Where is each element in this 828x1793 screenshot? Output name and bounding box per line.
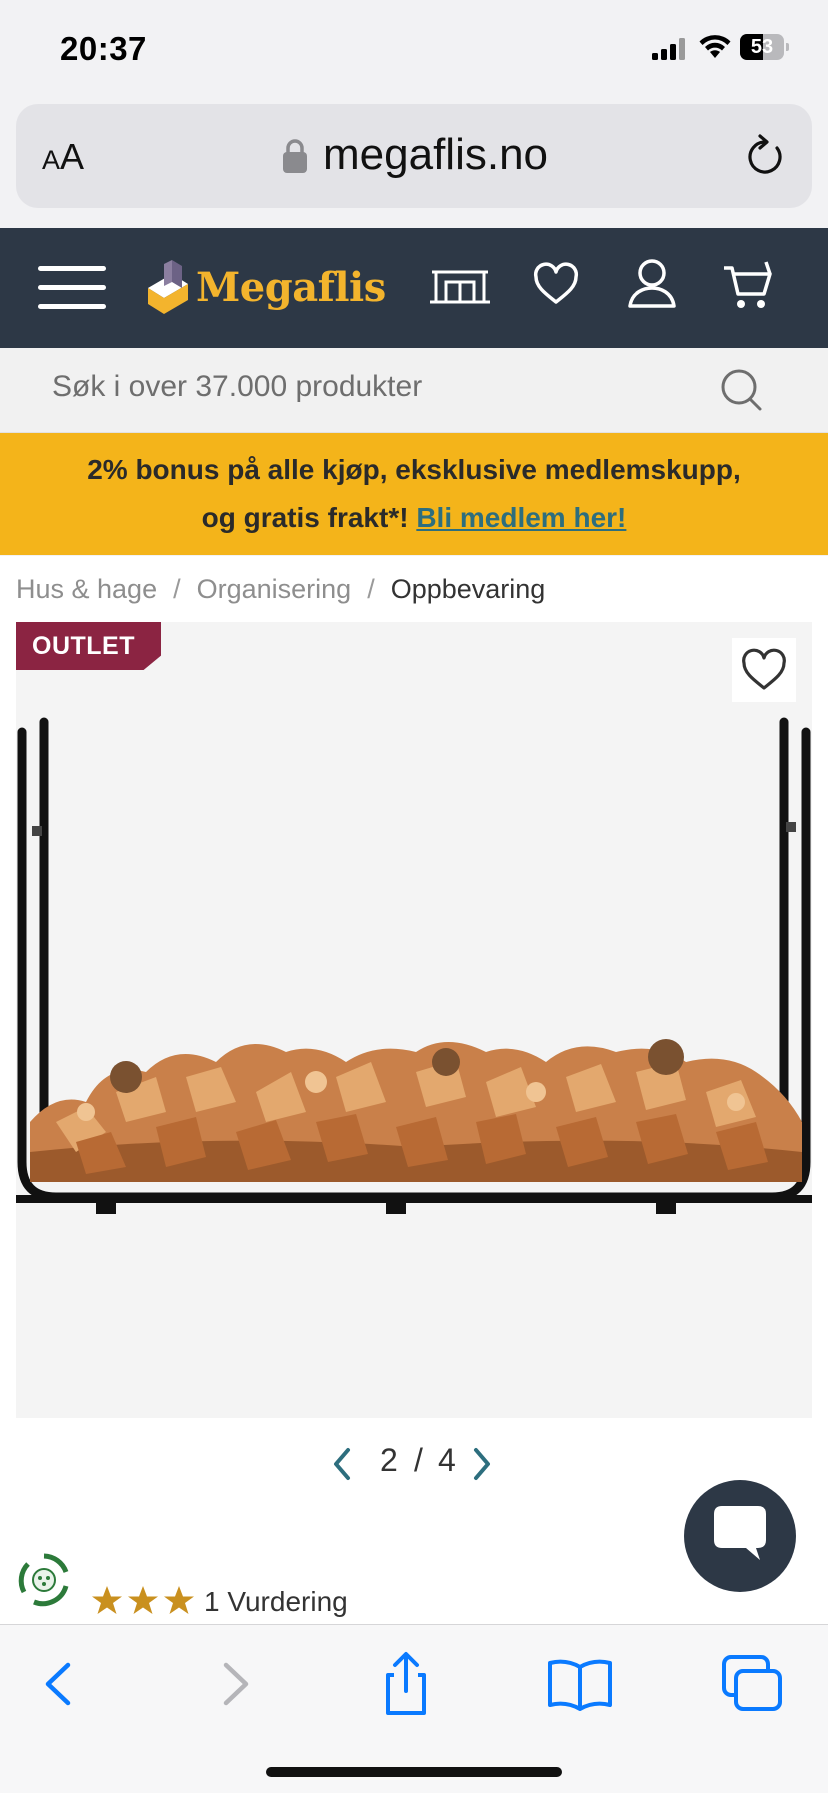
status-time: 20:37	[60, 30, 147, 67]
add-to-wishlist-button[interactable]	[732, 638, 796, 702]
promo-line-2: og gratis frakt*! Bli medlem her!	[0, 494, 828, 542]
cellular-signal-icon	[652, 38, 685, 60]
search-input[interactable]	[52, 370, 672, 404]
battery-level: 53	[750, 36, 774, 58]
text-size-button[interactable]: AA	[42, 136, 84, 178]
search-bar	[0, 348, 828, 433]
share-icon[interactable]	[366, 1651, 446, 1717]
showroom-icon[interactable]	[428, 258, 492, 314]
shopping-cart-icon[interactable]	[722, 258, 774, 314]
become-member-link[interactable]: Bli medlem her!	[416, 502, 626, 533]
heart-outline-icon	[742, 648, 786, 690]
breadcrumb-item[interactable]: Hus & hage	[16, 574, 157, 604]
star-icon	[164, 1586, 194, 1614]
chat-button[interactable]	[684, 1480, 796, 1592]
breadcrumb-separator: /	[173, 574, 181, 604]
product-image-gallery[interactable]: OUTLET	[16, 622, 812, 1418]
membership-promo-banner: 2% bonus på alle kjøp, eksklusive medlem…	[0, 433, 828, 555]
hamburger-menu-icon[interactable]	[38, 264, 106, 312]
breadcrumb-current: Oppbevaring	[390, 574, 546, 604]
review-count-link[interactable]: 1 Vurdering	[204, 1586, 348, 1618]
breadcrumb-separator: /	[367, 574, 375, 604]
star-icon	[92, 1586, 122, 1614]
brand-name[interactable]: Megaflis	[196, 264, 386, 311]
search-icon[interactable]	[720, 368, 764, 412]
bookmarks-icon[interactable]	[540, 1651, 620, 1717]
text-size-large-label: A	[60, 136, 85, 177]
promo-line-2-text: og gratis frakt*!	[201, 502, 409, 533]
forward-icon[interactable]	[196, 1651, 276, 1717]
gallery-pager: 2 / 4	[330, 1440, 498, 1488]
user-account-icon[interactable]	[626, 258, 678, 314]
address-bar[interactable]: AA megaflis.no	[16, 104, 812, 208]
promo-line-1: 2% bonus på alle kjøp, eksklusive medlem…	[87, 454, 741, 485]
breadcrumb: Hus & hage / Organisering / Oppbevaring	[16, 574, 545, 605]
breadcrumb-item[interactable]: Organisering	[197, 574, 352, 604]
url-text[interactable]: megaflis.no	[323, 130, 548, 180]
firewood-rack-image	[16, 717, 812, 1214]
home-indicator[interactable]	[266, 1767, 562, 1777]
heart-icon[interactable]	[532, 258, 580, 314]
megaflis-logo-icon[interactable]	[142, 258, 194, 318]
rating-stars	[92, 1586, 194, 1614]
wifi-icon	[699, 35, 731, 58]
pager-separator: /	[414, 1442, 423, 1478]
pager-current-page: 2	[380, 1442, 398, 1478]
chevron-right-icon[interactable]	[470, 1444, 494, 1484]
eco-recycle-icon	[18, 1553, 69, 1607]
tabs-icon[interactable]	[712, 1651, 792, 1717]
back-icon[interactable]	[18, 1651, 98, 1717]
chat-bubble-icon	[714, 1506, 766, 1560]
site-header: Megaflis	[0, 228, 828, 348]
battery-icon: 53	[740, 34, 790, 60]
text-size-small-label: A	[42, 145, 61, 175]
reload-icon[interactable]	[744, 134, 786, 178]
browser-toolbar	[0, 1624, 828, 1793]
lock-icon	[283, 139, 307, 173]
outlet-badge: OUTLET	[16, 622, 161, 670]
pager-total-pages: 4	[438, 1442, 456, 1478]
chevron-left-icon[interactable]	[330, 1444, 354, 1484]
status-bar: 20:37 53	[0, 0, 828, 100]
star-icon	[128, 1586, 158, 1614]
firewood-pile	[30, 1039, 802, 1182]
